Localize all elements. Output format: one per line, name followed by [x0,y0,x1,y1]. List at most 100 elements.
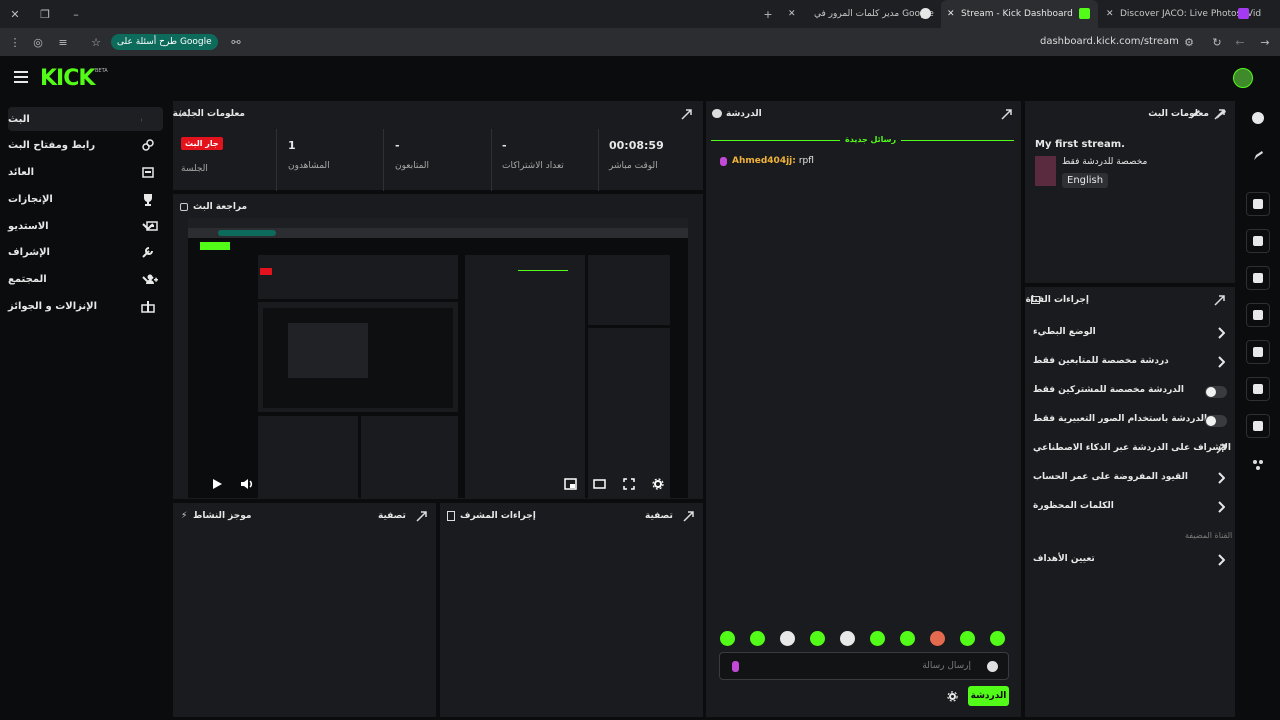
channel-action-row[interactable]: الدردشة مخصصة للمشتركين فقط [1025,381,1235,403]
incognito-icon[interactable]: ⚯ [229,35,243,49]
focus-rail-button[interactable] [1246,192,1270,216]
channel-action-row[interactable]: القيود المفروضة على عمر الحساب [1025,468,1235,490]
stream-category[interactable]: مخصصة للدردشة فقط [1062,157,1147,167]
new-tab-icon[interactable]: + [761,7,775,21]
clipboard-icon [447,511,455,521]
tab-label: مدير كلمات المرور في Google [814,9,934,19]
settings-gear-icon[interactable] [652,478,664,490]
popout-icon[interactable] [681,109,692,120]
forward-icon[interactable]: ← [1233,35,1247,49]
key-icon [920,8,931,19]
filter-button[interactable]: تصفية [645,511,673,521]
live-badge: جار البث [181,137,223,150]
channel-action-row[interactable]: الوضع البطيء [1025,323,1235,345]
chat-username[interactable]: Ahmed404jj: [732,156,796,166]
channel-action-row[interactable]: الكلمات المحظورة [1025,497,1235,519]
row-label: الدردشة باستخدام الصور التعبيرية فقط [1033,414,1208,424]
emote-icon[interactable] [840,631,855,646]
sidebar-item-stream[interactable]: البث (•) [8,107,163,131]
emote-icon[interactable] [960,631,975,646]
filter-button[interactable]: تصفية [378,511,406,521]
tune-icon[interactable]: ≡ [56,35,70,49]
emote-icon[interactable] [870,631,885,646]
channel-action-row[interactable]: الإشراف على الدردشة عبر الذكاء الاصطناعي [1025,439,1235,461]
popout-icon[interactable] [683,511,694,522]
popout-icon[interactable] [416,511,427,522]
chat-bubble-rail-button[interactable] [1246,303,1270,327]
toggle-switch[interactable] [1205,415,1227,427]
close-window-icon[interactable]: ✕ [8,7,22,21]
sidebar-item-achievements[interactable]: الإنجازات [8,187,163,211]
popout-icon[interactable] [1001,109,1012,120]
divider [598,129,599,191]
tab-kick-dashboard[interactable]: ✕ Stream - Kick Dashboard [941,0,1098,28]
kick-logo[interactable]: KICK [40,66,95,91]
minimize-window-icon[interactable]: – [69,7,83,21]
chat-input[interactable]: إرسال رسالة [719,652,1009,680]
pencil-icon[interactable] [1253,150,1264,161]
broadcast-rail-button[interactable] [1246,340,1270,364]
sidebar-item-drops[interactable]: الإنزالات و الجوائز [8,294,163,318]
chat-panel: الدردشة رسائل جديدة Ahmed404jj: rpfl إرس… [706,101,1021,717]
bookmark-star-icon[interactable]: ☆ [89,35,103,49]
emote-icon[interactable] [750,631,765,646]
followers-label: المتابعون [395,161,430,171]
sidebar-item-stream-key[interactable]: رابط ومفتاح البث [8,133,163,157]
panel-title: مراجعة البث [193,202,248,212]
avatar[interactable] [1233,68,1253,88]
set-goals-row[interactable]: تعيين الأهداف [1025,551,1235,571]
theater-mode-icon[interactable] [593,478,606,490]
gift-icon [141,299,155,313]
stream-title: My first stream. [1035,139,1125,150]
emote-icon[interactable] [810,631,825,646]
broadcast-icon [1253,347,1263,357]
info-icon[interactable] [1252,112,1264,124]
wrench-rail-button[interactable] [1246,414,1270,438]
tab-close-icon[interactable]: ✕ [947,9,955,19]
site-settings-icon[interactable]: ⚙ [1182,35,1196,49]
send-chat-button[interactable]: الدردشة [968,686,1009,706]
address-url[interactable]: dashboard.kick.com/stream [1040,36,1179,47]
emote-icon[interactable] [900,631,915,646]
hamburger-menu-icon[interactable] [14,71,28,83]
sidebar-item-community[interactable]: المجتمع [8,267,163,291]
popout-icon[interactable] [1214,295,1225,306]
clipboard-icon [1253,273,1263,283]
emoji-icon[interactable] [987,661,998,672]
layout-rail-button[interactable] [1246,377,1270,401]
ask-google-chip[interactable]: طرح أسئلة على Google [111,34,218,50]
clipboard-rail-button[interactable] [1246,266,1270,290]
emote-icon[interactable] [780,631,795,646]
sidebar-item-revenue[interactable]: العائد [8,160,163,184]
sidebar-item-moderation[interactable]: الإشراف [8,240,163,264]
bolt-rail-button[interactable] [1246,229,1270,253]
tab-password-manager[interactable]: ✕ مدير كلمات المرور في Google [780,0,938,28]
divider [491,129,492,191]
menu-dots-icon[interactable]: ⋮ [8,35,22,49]
restore-window-icon[interactable]: ❐ [38,7,52,21]
channel-action-row[interactable]: الدردشة باستخدام الصور التعبيرية فقط [1025,410,1235,432]
category-thumbnail[interactable] [1035,156,1056,186]
sidebar-item-studio[interactable]: الاستديو [8,214,163,238]
toggle-switch[interactable] [1205,386,1227,398]
fullscreen-icon[interactable] [623,478,635,490]
microphone-icon[interactable] [732,661,739,672]
reload-icon[interactable]: ↻ [1210,35,1224,49]
emote-icon[interactable] [930,631,945,646]
volume-icon[interactable] [240,478,253,490]
pip-icon[interactable] [564,478,577,490]
channel-action-row[interactable]: دردشة مخصصة للمتابعين فقط [1025,352,1235,374]
stream-preview-video[interactable] [188,218,688,498]
chat-bubble-icon [1253,310,1263,320]
emote-icon[interactable] [990,631,1005,646]
back-icon[interactable]: → [1258,35,1272,49]
play-icon[interactable] [211,478,223,490]
chat-settings-gear-icon[interactable] [947,691,958,702]
tab-discover-jaco[interactable]: ✕ Discover JACO: Live Photos, Vid [1100,0,1280,28]
stream-preview-panel: مراجعة البث [173,194,703,499]
google-lens-icon[interactable]: ◎ [31,35,45,49]
emote-icon[interactable] [720,631,735,646]
tab-close-icon[interactable]: ✕ [1106,9,1114,19]
tab-close-icon[interactable]: ✕ [788,9,796,19]
more-widgets-icon[interactable] [1252,459,1264,471]
